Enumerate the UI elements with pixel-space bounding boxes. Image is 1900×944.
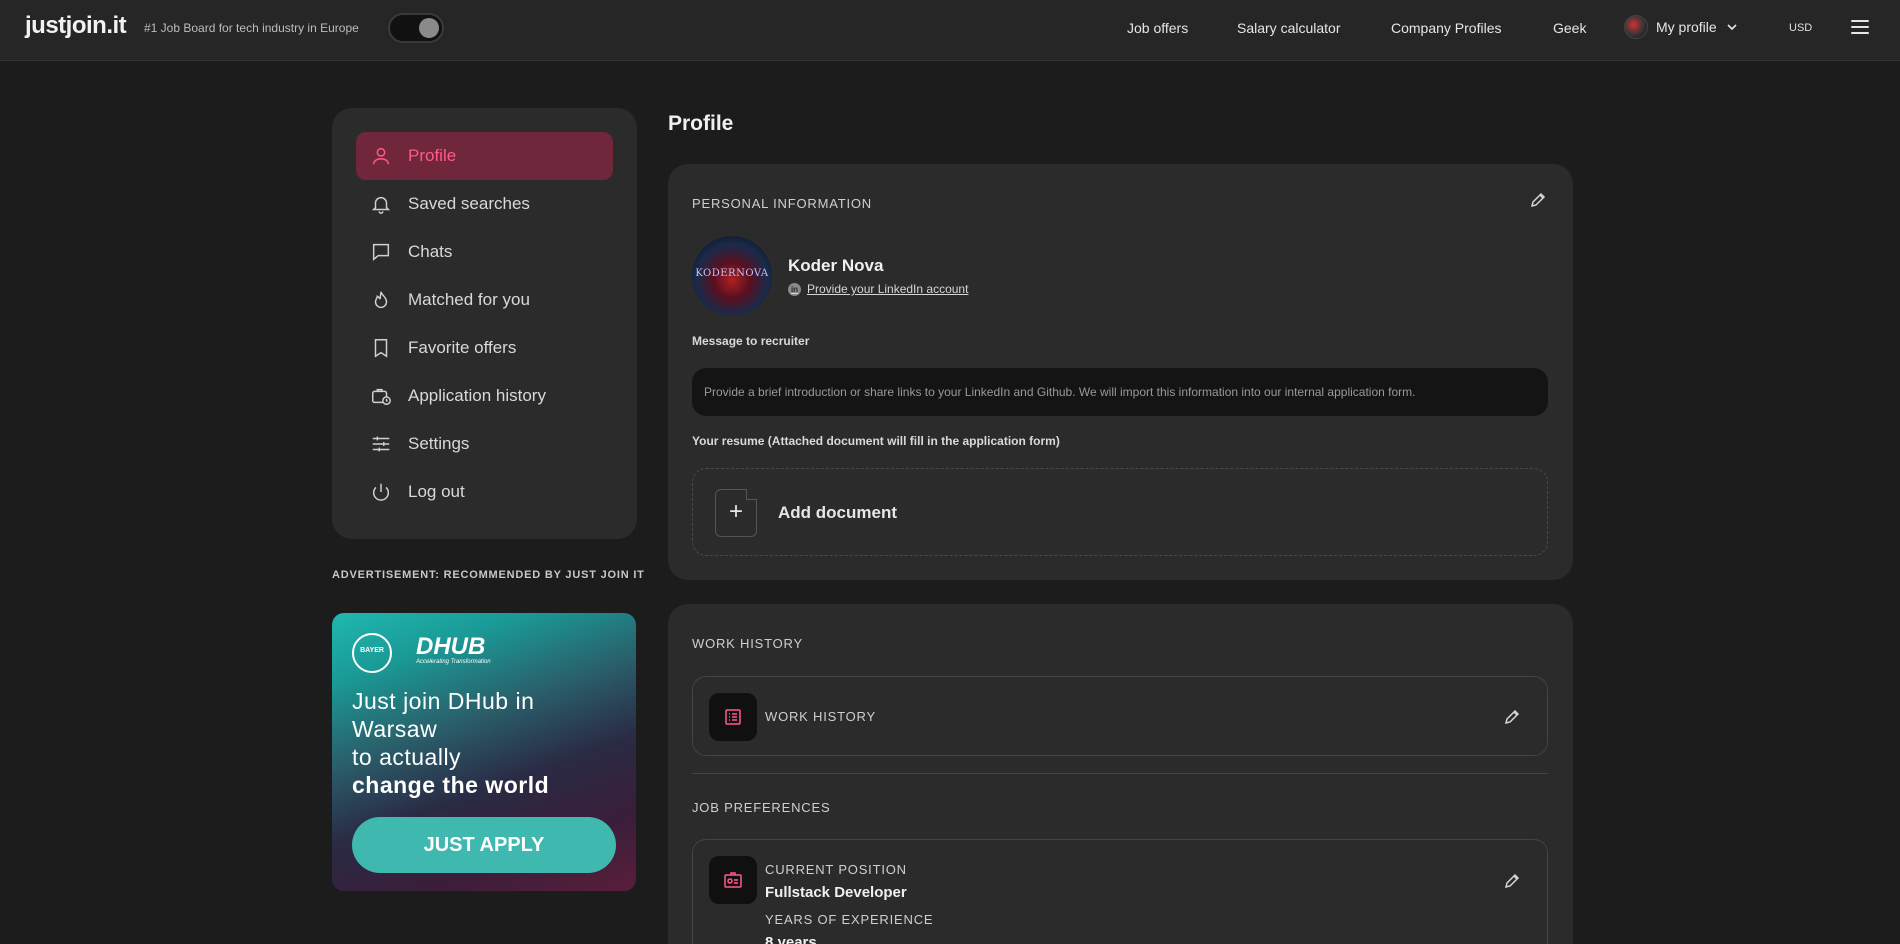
divider (692, 773, 1548, 774)
chat-icon (372, 243, 390, 261)
flame-icon (374, 291, 388, 308)
sidebar-item-label: Matched for you (408, 290, 530, 309)
sidebar-item-label: Chats (408, 242, 453, 261)
linkedin-icon: in (788, 282, 801, 296)
sidebar-item-settings[interactable]: Settings (356, 420, 613, 468)
sidebar-item-label: Favorite offers (408, 338, 517, 357)
ad-label: ADVERTISEMENT: RECOMMENDED BY JUST JOIN … (332, 569, 645, 581)
avatar (1624, 15, 1648, 39)
edit-pencil-icon[interactable] (1529, 191, 1547, 209)
list-icon (709, 693, 757, 741)
menu-icon[interactable] (1851, 20, 1869, 34)
message-to-recruiter-input[interactable] (692, 368, 1548, 416)
add-document-label: Add document (778, 503, 897, 522)
edit-pencil-icon[interactable] (1503, 872, 1521, 890)
message-label: Message to recruiter (692, 334, 810, 348)
avatar: KODERNOVA (692, 236, 772, 316)
sidebar-item-log-out[interactable]: Log out (356, 468, 613, 516)
bookmark-icon (374, 339, 388, 358)
top-header: justjoin.it #1 Job Board for tech indust… (0, 0, 1900, 61)
dhub-logo: DHUB (416, 633, 486, 660)
sidebar-item-application-history[interactable]: Application history (356, 372, 613, 420)
currency-selector[interactable]: USD (1789, 22, 1812, 34)
my-profile-menu[interactable]: My profile (1624, 15, 1739, 39)
briefcase-clock-icon (372, 388, 391, 405)
job-preferences-item[interactable]: CURRENT POSITION Fullstack Developer YEA… (692, 839, 1548, 944)
sidebar-item-saved-searches[interactable]: Saved searches (356, 180, 613, 228)
sidebar-item-label: Log out (408, 482, 465, 501)
sidebar-item-profile[interactable]: Profile (356, 132, 613, 180)
theme-toggle[interactable] (388, 13, 444, 43)
current-position-value: Fullstack Developer (765, 884, 907, 901)
nav-geek[interactable]: Geek (1553, 20, 1586, 36)
work-history-item[interactable]: WORK HISTORY (692, 676, 1548, 756)
years-experience-label: YEARS OF EXPERIENCE (765, 912, 934, 927)
add-document-dropzone[interactable]: + Add document (692, 468, 1548, 556)
user-icon (372, 147, 390, 165)
chevron-down-icon (1727, 24, 1737, 31)
ad-headline: Just join DHub in Warsaw to actually cha… (352, 688, 550, 798)
section-title: PERSONAL INFORMATION (692, 196, 872, 211)
edit-pencil-icon[interactable] (1503, 708, 1521, 726)
my-profile-label: My profile (1656, 19, 1717, 35)
sidebar-item-chats[interactable]: Chats (356, 228, 613, 276)
sliders-icon (372, 436, 390, 452)
section-title: JOB PREFERENCES (692, 800, 831, 815)
sidebar-item-label: Saved searches (408, 194, 530, 213)
add-file-icon: + (715, 489, 757, 537)
nav-salary-calculator[interactable]: Salary calculator (1237, 20, 1341, 36)
nav-job-offers[interactable]: Job offers (1127, 20, 1188, 36)
section-title: WORK HISTORY (692, 636, 803, 651)
linkedin-link[interactable]: in Provide your LinkedIn account (788, 282, 968, 296)
bell-icon (371, 196, 391, 214)
page-title: Profile (668, 112, 734, 135)
profile-sidebar: Profile Saved searches Chats Matched for… (332, 108, 637, 539)
sidebar-item-label: Settings (408, 434, 470, 453)
nav-company-profiles[interactable]: Company Profiles (1391, 20, 1502, 36)
resume-label: Your resume (Attached document will fill… (692, 434, 1060, 448)
current-position-label: CURRENT POSITION (765, 862, 907, 877)
personal-information-card: PERSONAL INFORMATION KODERNOVA Koder Nov… (668, 164, 1573, 580)
toggle-knob (419, 18, 439, 38)
id-badge-icon (709, 856, 757, 904)
bayer-logo: BAYER (352, 633, 392, 673)
logo[interactable]: justjoin.it (25, 12, 127, 40)
work-and-preferences-card: WORK HISTORY WORK HISTORY JOB PREFERENCE… (668, 604, 1573, 944)
tagline: #1 Job Board for tech industry in Europe (144, 21, 359, 35)
advertisement-banner[interactable]: BAYER DHUB Accelerating Transformation J… (332, 613, 636, 891)
user-name: Koder Nova (788, 256, 884, 275)
just-apply-button[interactable]: JUST APPLY (352, 817, 616, 873)
dhub-tagline: Accelerating Transformation (416, 659, 491, 665)
sidebar-item-label: Profile (408, 146, 457, 165)
work-history-item-label: WORK HISTORY (765, 709, 876, 724)
sidebar-item-label: Application history (408, 386, 546, 405)
power-icon (372, 483, 390, 501)
years-experience-value: 8 years (765, 934, 817, 944)
sidebar-item-matched[interactable]: Matched for you (356, 276, 613, 324)
sidebar-item-favorite-offers[interactable]: Favorite offers (356, 324, 613, 372)
